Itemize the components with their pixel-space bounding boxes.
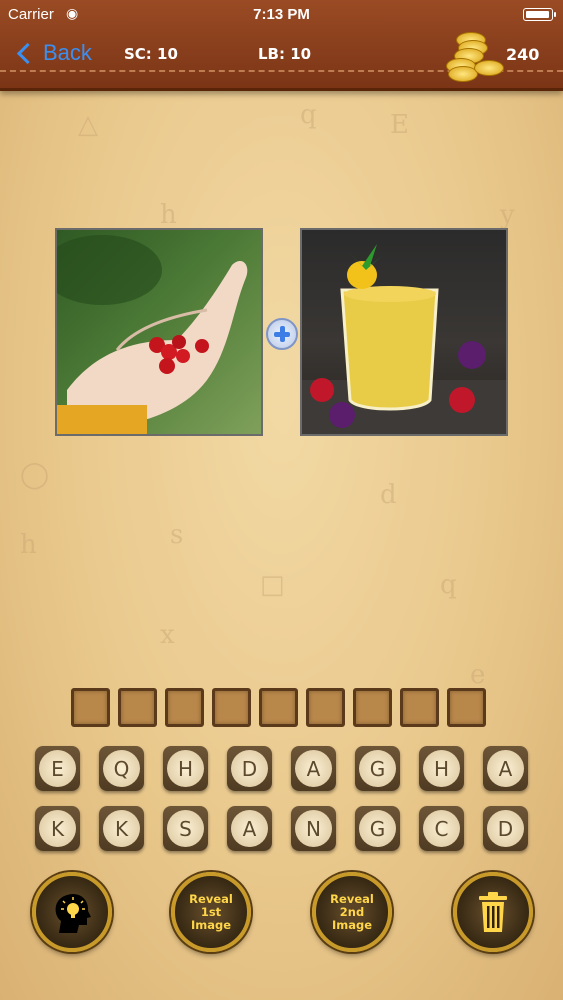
hint-button[interactable]: [32, 872, 112, 952]
letter-key[interactable]: C: [419, 806, 464, 851]
answer-slot[interactable]: [306, 688, 345, 727]
background-doodle: x: [160, 620, 175, 650]
letter-key-label: H: [423, 750, 460, 787]
reveal-first-image-button[interactable]: Reveal 1st Image: [171, 872, 251, 952]
plus-icon: [266, 318, 298, 350]
reveal-second-label: Reveal 2nd Image: [330, 891, 374, 932]
letter-key-label: E: [39, 750, 76, 787]
letter-key-label: A: [295, 750, 332, 787]
letter-row-2: KKSANGCD: [35, 806, 528, 851]
letter-key[interactable]: H: [419, 746, 464, 791]
letter-key-label: G: [359, 810, 396, 847]
mango-smoothie-icon: [302, 244, 506, 434]
answer-slot[interactable]: [259, 688, 298, 727]
letter-key-label: H: [167, 750, 204, 787]
letter-key[interactable]: D: [227, 746, 272, 791]
letter-key-label: K: [103, 810, 140, 847]
letter-key-label: S: [167, 810, 204, 847]
letter-key-label: K: [39, 810, 76, 847]
background-doodle: △: [78, 110, 98, 140]
back-button[interactable]: Back: [14, 40, 92, 66]
answer-slot[interactable]: [353, 688, 392, 727]
background-doodle: d: [380, 480, 397, 510]
background-doodle: s: [170, 520, 184, 550]
letter-key[interactable]: N: [291, 806, 336, 851]
hand-berries-icon: [57, 235, 248, 434]
back-label: Back: [43, 40, 92, 65]
status-bar: Carrier ◉ 7:13 PM: [0, 0, 563, 30]
letter-key-label: C: [423, 810, 460, 847]
coins-icon: [444, 30, 504, 82]
background-doodle: q: [300, 100, 317, 130]
answer-slot[interactable]: [71, 688, 110, 727]
background-doodle: h: [160, 200, 177, 230]
answer-slot[interactable]: [118, 688, 157, 727]
letter-key-label: D: [487, 810, 524, 847]
letter-key[interactable]: K: [35, 806, 80, 851]
letter-key[interactable]: Q: [99, 746, 144, 791]
clue-image-2: [300, 228, 508, 436]
letter-key[interactable]: D: [483, 806, 528, 851]
letter-key[interactable]: A: [227, 806, 272, 851]
background-doodle: q: [440, 570, 457, 600]
level-label: LB: 10: [258, 45, 312, 63]
background-doodle: E: [390, 110, 409, 140]
chevron-left-icon: [16, 42, 39, 64]
letter-key-label: A: [487, 750, 524, 787]
letter-key[interactable]: S: [163, 806, 208, 851]
answer-slot[interactable]: [447, 688, 486, 727]
clock: 7:13 PM: [253, 6, 310, 23]
reveal-second-image-button[interactable]: Reveal 2nd Image: [312, 872, 392, 952]
background-doodle: ◯: [20, 460, 50, 490]
letter-key[interactable]: A: [483, 746, 528, 791]
letter-key[interactable]: A: [291, 746, 336, 791]
letter-key[interactable]: G: [355, 746, 400, 791]
background-doodle: e: [470, 660, 486, 690]
letter-key-label: G: [359, 750, 396, 787]
clue-image-1: [55, 228, 263, 436]
reveal-first-label: Reveal 1st Image: [189, 891, 233, 932]
trash-icon: [479, 892, 507, 932]
letter-key[interactable]: H: [163, 746, 208, 791]
letter-key-label: A: [231, 810, 268, 847]
answer-slot[interactable]: [165, 688, 204, 727]
background-doodle: □: [260, 570, 285, 600]
background-doodle: y: [500, 200, 515, 230]
letter-key[interactable]: K: [99, 806, 144, 851]
letter-key[interactable]: G: [355, 806, 400, 851]
hint-bulb-head-icon: [55, 893, 91, 933]
delete-button[interactable]: [453, 872, 533, 952]
answer-slot[interactable]: [400, 688, 439, 727]
letter-key-label: N: [295, 810, 332, 847]
battery-icon: [523, 8, 556, 21]
coin-count: 240: [506, 45, 540, 64]
letter-key[interactable]: E: [35, 746, 80, 791]
answer-slot[interactable]: [212, 688, 251, 727]
background-doodle: h: [20, 530, 37, 560]
answer-slots: [71, 688, 486, 727]
letter-key-label: D: [231, 750, 268, 787]
letter-row-1: EQHDAGHA: [35, 746, 528, 791]
letter-key-label: Q: [103, 750, 140, 787]
score-label: SC: 10: [124, 45, 178, 63]
